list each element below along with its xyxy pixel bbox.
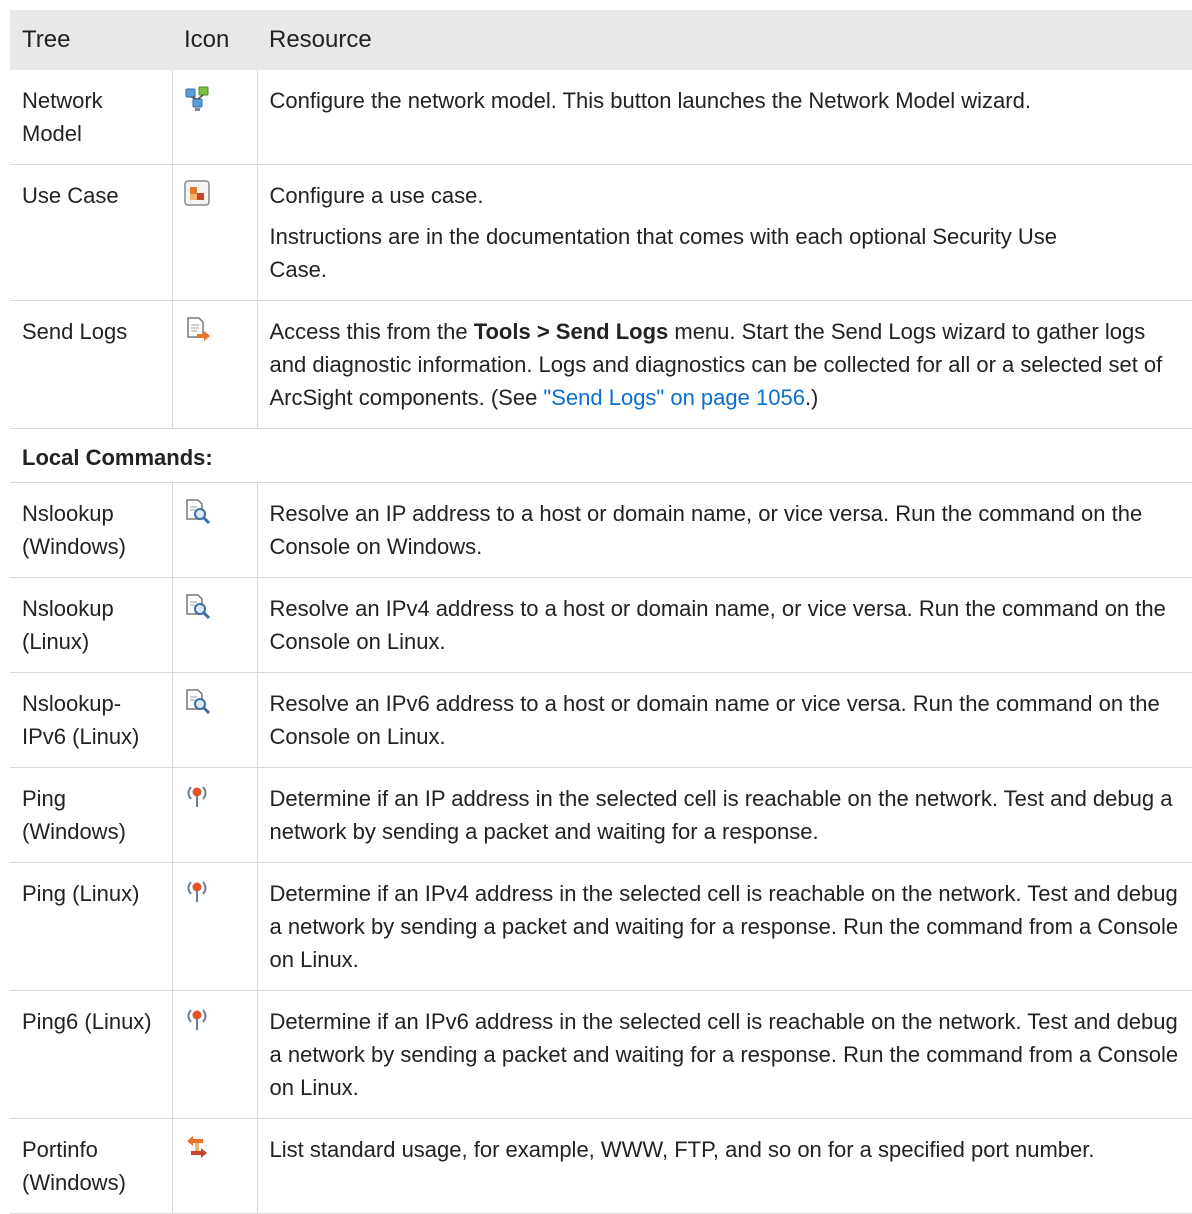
tree-cell: Ping (Windows) bbox=[10, 767, 173, 863]
send-logs-link[interactable]: "Send Logs" on page 1056 bbox=[543, 385, 805, 410]
table-row: Ping (Linux) Determine if an IPv4 addres… bbox=[10, 862, 1192, 991]
table-row: Ping (Windows) Determine if an IP addres… bbox=[10, 767, 1192, 863]
header-resource: Resource bbox=[257, 10, 1192, 70]
icon-cell bbox=[172, 862, 258, 991]
icon-cell bbox=[172, 70, 258, 165]
table-row: Nslookup-IPv6 (Linux) Resolve an IPv6 ad… bbox=[10, 672, 1192, 768]
header-icon: Icon bbox=[172, 10, 257, 70]
table-row: Portinfo (Windows) List standard usage, … bbox=[10, 1118, 1192, 1214]
icon-cell bbox=[172, 577, 258, 673]
resource-cell: Resolve an IPv6 address to a host or dom… bbox=[257, 672, 1192, 768]
network-model-icon bbox=[185, 86, 208, 111]
table-header-row: Tree Icon Resource bbox=[10, 10, 1192, 70]
icon-cell bbox=[172, 672, 258, 768]
table-row: Nslookup (Windows) Resolve an IP address… bbox=[10, 482, 1192, 578]
ping-icon bbox=[187, 786, 206, 807]
resource-text: Access this from the bbox=[269, 319, 474, 344]
resource-cell: Resolve an IP address to a host or domai… bbox=[257, 482, 1192, 578]
section-label: Local Commands: bbox=[10, 428, 1192, 483]
tree-cell: Ping6 (Linux) bbox=[10, 990, 173, 1119]
send-logs-icon bbox=[186, 317, 210, 341]
resource-cell: Determine if an IPv6 address in the sele… bbox=[257, 990, 1192, 1119]
resource-text-2b: Case. bbox=[269, 257, 327, 282]
use-case-icon bbox=[183, 180, 210, 206]
menu-path: Tools > Send Logs bbox=[473, 319, 669, 344]
resource-text-2a: Instructions are in the documentation th… bbox=[269, 224, 1058, 249]
portinfo-icon bbox=[186, 1136, 207, 1158]
resource-cell: Configure the network model. This button… bbox=[257, 70, 1192, 165]
tree-cell: Send Logs bbox=[10, 300, 173, 429]
nslookup-icon bbox=[185, 689, 210, 715]
resource-cell: Determine if an IPv4 address in the sele… bbox=[257, 862, 1192, 991]
resource-text-2: Instructions are in the documentation th… bbox=[270, 220, 1185, 286]
resource-cell: Configure a use case. Instructions are i… bbox=[257, 164, 1192, 301]
icon-cell bbox=[172, 164, 258, 301]
resource-cell: Access this from the Tools > Send Logs m… bbox=[257, 300, 1192, 429]
tree-cell: Nslookup (Linux) bbox=[10, 577, 173, 673]
table-row: Nslookup (Linux) Resolve an IPv4 address… bbox=[10, 577, 1192, 673]
resource-cell: Determine if an IP address in the select… bbox=[257, 767, 1192, 863]
tree-cell: Nslookup (Windows) bbox=[10, 482, 173, 578]
resource-text-end: .) bbox=[804, 385, 819, 410]
section-row: Local Commands: bbox=[10, 428, 1192, 483]
icon-cell bbox=[172, 300, 258, 429]
icon-cell bbox=[172, 482, 258, 578]
ping-icon bbox=[187, 1009, 206, 1030]
table-row: Ping6 (Linux) Determine if an IPv6 addre… bbox=[10, 990, 1192, 1119]
tree-cell: Nslookup-IPv6 (Linux) bbox=[10, 672, 173, 768]
tree-cell: Ping (Linux) bbox=[10, 862, 173, 991]
resource-text: Configure a use case. bbox=[269, 183, 484, 208]
icon-cell bbox=[172, 1118, 258, 1214]
tree-cell: Portinfo (Windows) bbox=[10, 1118, 173, 1214]
tree-cell: Network Model bbox=[10, 70, 173, 165]
table-row: Send Logs Access this from the Tools > S… bbox=[10, 300, 1192, 429]
nslookup-icon bbox=[185, 594, 210, 620]
resource-cell: Resolve an IPv4 address to a host or dom… bbox=[257, 577, 1192, 673]
resource-cell: List standard usage, for example, WWW, F… bbox=[257, 1118, 1192, 1214]
table-row: Network Model Configure the network mode… bbox=[10, 70, 1192, 165]
tools-table: Tree Icon Resource Network Model Configu… bbox=[10, 10, 1192, 1214]
tree-cell: Use Case bbox=[10, 164, 173, 301]
icon-cell bbox=[172, 767, 258, 863]
ping-icon bbox=[187, 881, 206, 902]
icon-cell bbox=[172, 990, 258, 1119]
nslookup-icon bbox=[185, 499, 210, 525]
table-row: Use Case Configure a use case. Instructi… bbox=[10, 164, 1192, 301]
header-tree: Tree bbox=[10, 10, 172, 70]
